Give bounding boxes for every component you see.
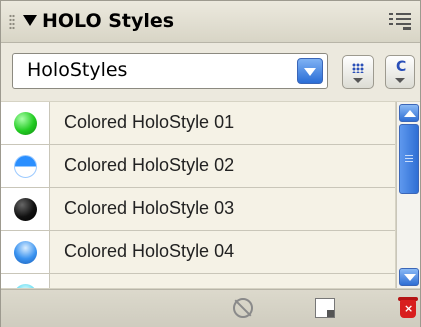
chevron-down-icon (395, 78, 405, 83)
c-icon: C (396, 59, 407, 75)
blue-sphere-icon (14, 241, 37, 264)
collapse-triangle-icon[interactable] (23, 15, 37, 26)
swatch-cell (1, 188, 50, 230)
style-row[interactable]: Colored HoloStyle 02 (1, 145, 395, 188)
style-row[interactable]: Colored HoloStyle 04 (1, 231, 395, 274)
panel-title-bar[interactable]: HOLO Styles (1, 1, 420, 43)
style-row[interactable] (1, 274, 395, 288)
grid-icon (352, 63, 364, 73)
grid-view-button[interactable] (342, 55, 374, 89)
dropdown-value: HoloStyles (27, 59, 128, 81)
dropdown-arrow-icon[interactable] (297, 58, 323, 84)
selector-row: HoloStyles C (1, 43, 420, 101)
panel-grip-icon[interactable] (9, 14, 15, 30)
trash-icon[interactable]: × (397, 296, 421, 320)
no-entry-icon[interactable] (231, 296, 255, 320)
style-set-dropdown[interactable]: HoloStyles (12, 53, 328, 89)
style-label: Colored HoloStyle 02 (64, 155, 235, 175)
list-scrollbar[interactable] (396, 102, 420, 288)
holo-styles-panel: HOLO Styles HoloStyles C Colored HoloSty… (0, 0, 421, 327)
style-row[interactable]: Colored HoloStyle 01 (1, 102, 395, 145)
style-label: Colored HoloStyle 03 (64, 198, 235, 218)
panel-menu-icon[interactable] (389, 13, 411, 31)
style-label: Colored HoloStyle 04 (64, 241, 235, 261)
style-row[interactable]: Colored HoloStyle 03 (1, 188, 395, 231)
swatch-cell (1, 145, 50, 187)
blue-white-sphere-icon (14, 155, 37, 178)
scroll-thumb[interactable] (399, 124, 419, 194)
swatch-cell (1, 231, 50, 273)
swatch-cell (1, 274, 50, 288)
black-sphere-icon (14, 198, 37, 221)
chevron-down-icon (353, 78, 363, 83)
new-page-icon[interactable] (313, 296, 337, 320)
style-label: Colored HoloStyle 01 (64, 112, 235, 132)
swatch-cell (1, 102, 50, 144)
green-sphere-icon (14, 112, 37, 135)
style-list: Colored HoloStyle 01 Colored HoloStyle 0… (1, 102, 395, 288)
c-button[interactable]: C (385, 55, 415, 89)
cyan-sphere-icon (14, 284, 37, 288)
scroll-up-icon[interactable] (399, 104, 419, 122)
scroll-down-icon[interactable] (399, 268, 419, 286)
panel-title: HOLO Styles (42, 10, 175, 32)
panel-footer: × (1, 289, 420, 327)
